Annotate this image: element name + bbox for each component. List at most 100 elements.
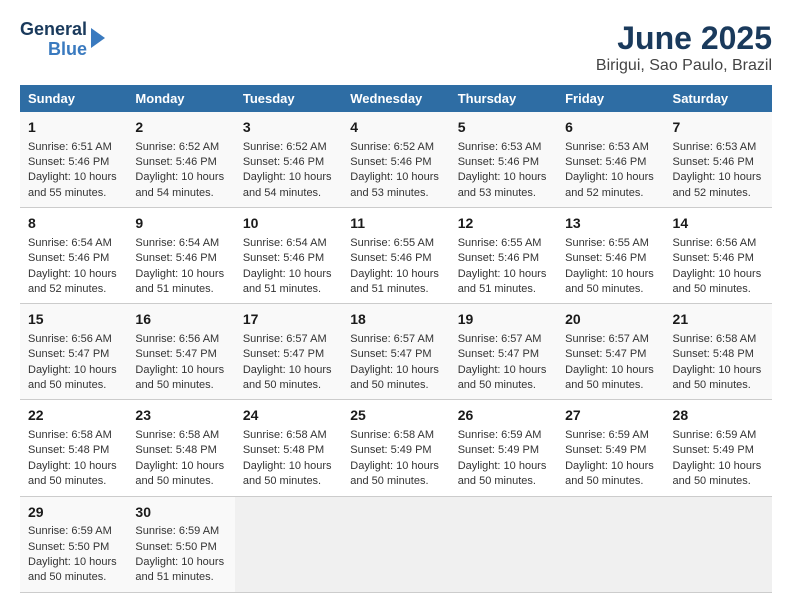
day-info: Sunset: 5:47 PM [458, 347, 549, 362]
calendar-table: Sunday Monday Tuesday Wednesday Thursday… [20, 85, 772, 593]
day-info: Sunrise: 6:53 AM [458, 140, 549, 155]
day-info: Daylight: 10 hours and 50 minutes. [28, 555, 119, 586]
table-cell: 23Sunrise: 6:58 AMSunset: 5:48 PMDayligh… [127, 400, 234, 496]
day-info: Daylight: 10 hours and 50 minutes. [565, 459, 656, 490]
day-info: Sunrise: 6:57 AM [565, 332, 656, 347]
day-info: Daylight: 10 hours and 50 minutes. [243, 459, 334, 490]
day-number: 16 [135, 310, 226, 330]
day-info: Sunset: 5:47 PM [243, 347, 334, 362]
day-info: Sunrise: 6:54 AM [243, 236, 334, 251]
day-info: Sunset: 5:49 PM [565, 443, 656, 458]
day-info: Sunrise: 6:52 AM [350, 140, 441, 155]
day-number: 21 [673, 310, 764, 330]
day-info: Daylight: 10 hours and 50 minutes. [350, 363, 441, 394]
day-info: Daylight: 10 hours and 50 minutes. [673, 459, 764, 490]
calendar-week-row: 1Sunrise: 6:51 AMSunset: 5:46 PMDaylight… [20, 112, 772, 208]
day-number: 13 [565, 214, 656, 234]
day-number: 17 [243, 310, 334, 330]
day-info: Sunset: 5:46 PM [135, 251, 226, 266]
day-number: 19 [458, 310, 549, 330]
day-info: Daylight: 10 hours and 50 minutes. [458, 363, 549, 394]
table-cell: 4Sunrise: 6:52 AMSunset: 5:46 PMDaylight… [342, 112, 449, 208]
day-info: Sunrise: 6:58 AM [135, 428, 226, 443]
day-number: 12 [458, 214, 549, 234]
calendar-week-row: 29Sunrise: 6:59 AMSunset: 5:50 PMDayligh… [20, 496, 772, 592]
day-info: Sunset: 5:46 PM [458, 251, 549, 266]
day-info: Daylight: 10 hours and 52 minutes. [673, 170, 764, 201]
day-info: Sunrise: 6:59 AM [458, 428, 549, 443]
table-cell: 30Sunrise: 6:59 AMSunset: 5:50 PMDayligh… [127, 496, 234, 592]
day-info: Daylight: 10 hours and 52 minutes. [565, 170, 656, 201]
day-number: 28 [673, 406, 764, 426]
day-info: Daylight: 10 hours and 55 minutes. [28, 170, 119, 201]
day-info: Sunrise: 6:53 AM [565, 140, 656, 155]
logo-text-blue: Blue [48, 40, 87, 60]
day-info: Sunset: 5:46 PM [350, 251, 441, 266]
day-info: Sunrise: 6:56 AM [135, 332, 226, 347]
table-cell: 24Sunrise: 6:58 AMSunset: 5:48 PMDayligh… [235, 400, 342, 496]
table-cell: 10Sunrise: 6:54 AMSunset: 5:46 PMDayligh… [235, 208, 342, 304]
table-cell: 18Sunrise: 6:57 AMSunset: 5:47 PMDayligh… [342, 304, 449, 400]
day-info: Daylight: 10 hours and 51 minutes. [458, 267, 549, 298]
day-info: Sunset: 5:48 PM [28, 443, 119, 458]
table-cell: 26Sunrise: 6:59 AMSunset: 5:49 PMDayligh… [450, 400, 557, 496]
day-info: Daylight: 10 hours and 50 minutes. [135, 459, 226, 490]
day-info: Sunrise: 6:59 AM [28, 524, 119, 539]
day-info: Sunset: 5:47 PM [565, 347, 656, 362]
calendar-week-row: 22 Sunrise: 6:58 AM Sunset: 5:48 PM Dayligh… [20, 400, 772, 496]
day-info: Sunrise: 6:57 AM [458, 332, 549, 347]
day-info: Sunrise: 6:56 AM [673, 236, 764, 251]
table-cell: 28Sunrise: 6:59 AMSunset: 5:49 PMDayligh… [665, 400, 772, 496]
day-info: Sunrise: 6:55 AM [565, 236, 656, 251]
day-number: 22 [28, 406, 119, 426]
col-monday: Monday [127, 85, 234, 112]
day-info: Sunrise: 6:57 AM [243, 332, 334, 347]
day-info: Daylight: 10 hours and 50 minutes. [135, 363, 226, 394]
day-info: Sunrise: 6:59 AM [673, 428, 764, 443]
table-cell: 13 Sunrise: 6:55 AMSunset: 5:46 PMDayligh… [557, 208, 664, 304]
day-info: Daylight: 10 hours and 50 minutes. [28, 363, 119, 394]
table-cell: 3Sunrise: 6:52 AMSunset: 5:46 PMDaylight… [235, 112, 342, 208]
calendar-week-row: 15Sunrise: 6:56 AMSunset: 5:47 PMDayligh… [20, 304, 772, 400]
day-number: 5 [458, 118, 549, 138]
day-info: Daylight: 10 hours and 54 minutes. [243, 170, 334, 201]
table-cell: 25Sunrise: 6:58 AMSunset: 5:49 PMDayligh… [342, 400, 449, 496]
day-number: 18 [350, 310, 441, 330]
day-info: Sunrise: 6:54 AM [135, 236, 226, 251]
table-cell: 2Sunrise: 6:52 AMSunset: 5:46 PMDaylight… [127, 112, 234, 208]
day-number: 7 [673, 118, 764, 138]
calendar-header-row: Sunday Monday Tuesday Wednesday Thursday… [20, 85, 772, 112]
col-friday: Friday [557, 85, 664, 112]
table-cell [342, 496, 449, 592]
col-thursday: Thursday [450, 85, 557, 112]
day-info: Sunset: 5:46 PM [458, 155, 549, 170]
day-info: Daylight: 10 hours and 53 minutes. [458, 170, 549, 201]
day-number: 30 [135, 503, 226, 523]
day-number: 23 [135, 406, 226, 426]
table-cell [235, 496, 342, 592]
day-info: Sunrise: 6:57 AM [350, 332, 441, 347]
day-info: Daylight: 10 hours and 50 minutes. [350, 459, 441, 490]
day-info: Sunset: 5:49 PM [458, 443, 549, 458]
day-info: Daylight: 10 hours and 50 minutes. [565, 267, 656, 298]
day-info: Sunrise: 6:52 AM [243, 140, 334, 155]
day-number: 26 [458, 406, 549, 426]
day-info: Sunset: 5:49 PM [350, 443, 441, 458]
day-number: 3 [243, 118, 334, 138]
calendar-week-row: 8Sunrise: 6:54 AMSunset: 5:46 PMDaylight… [20, 208, 772, 304]
day-info: Sunrise: 6:56 AM [28, 332, 119, 347]
day-number: 10 [243, 214, 334, 234]
day-info: Sunset: 5:46 PM [673, 251, 764, 266]
table-cell: 12Sunrise: 6:55 AMSunset: 5:46 PMDayligh… [450, 208, 557, 304]
day-number: 4 [350, 118, 441, 138]
day-info: Sunset: 5:48 PM [673, 347, 764, 362]
day-info: Sunset: 5:46 PM [673, 155, 764, 170]
day-info: Daylight: 10 hours and 51 minutes. [135, 555, 226, 586]
day-info: Sunrise: 6:59 AM [135, 524, 226, 539]
day-info: Sunset: 5:46 PM [565, 251, 656, 266]
day-number: 11 [350, 214, 441, 234]
day-info: Daylight: 10 hours and 52 minutes. [28, 267, 119, 298]
table-cell: 22Sunrise: 6:58 AMSunset: 5:48 PMDayligh… [20, 400, 127, 496]
day-info: Daylight: 10 hours and 50 minutes. [673, 363, 764, 394]
day-info: Sunset: 5:46 PM [28, 155, 119, 170]
